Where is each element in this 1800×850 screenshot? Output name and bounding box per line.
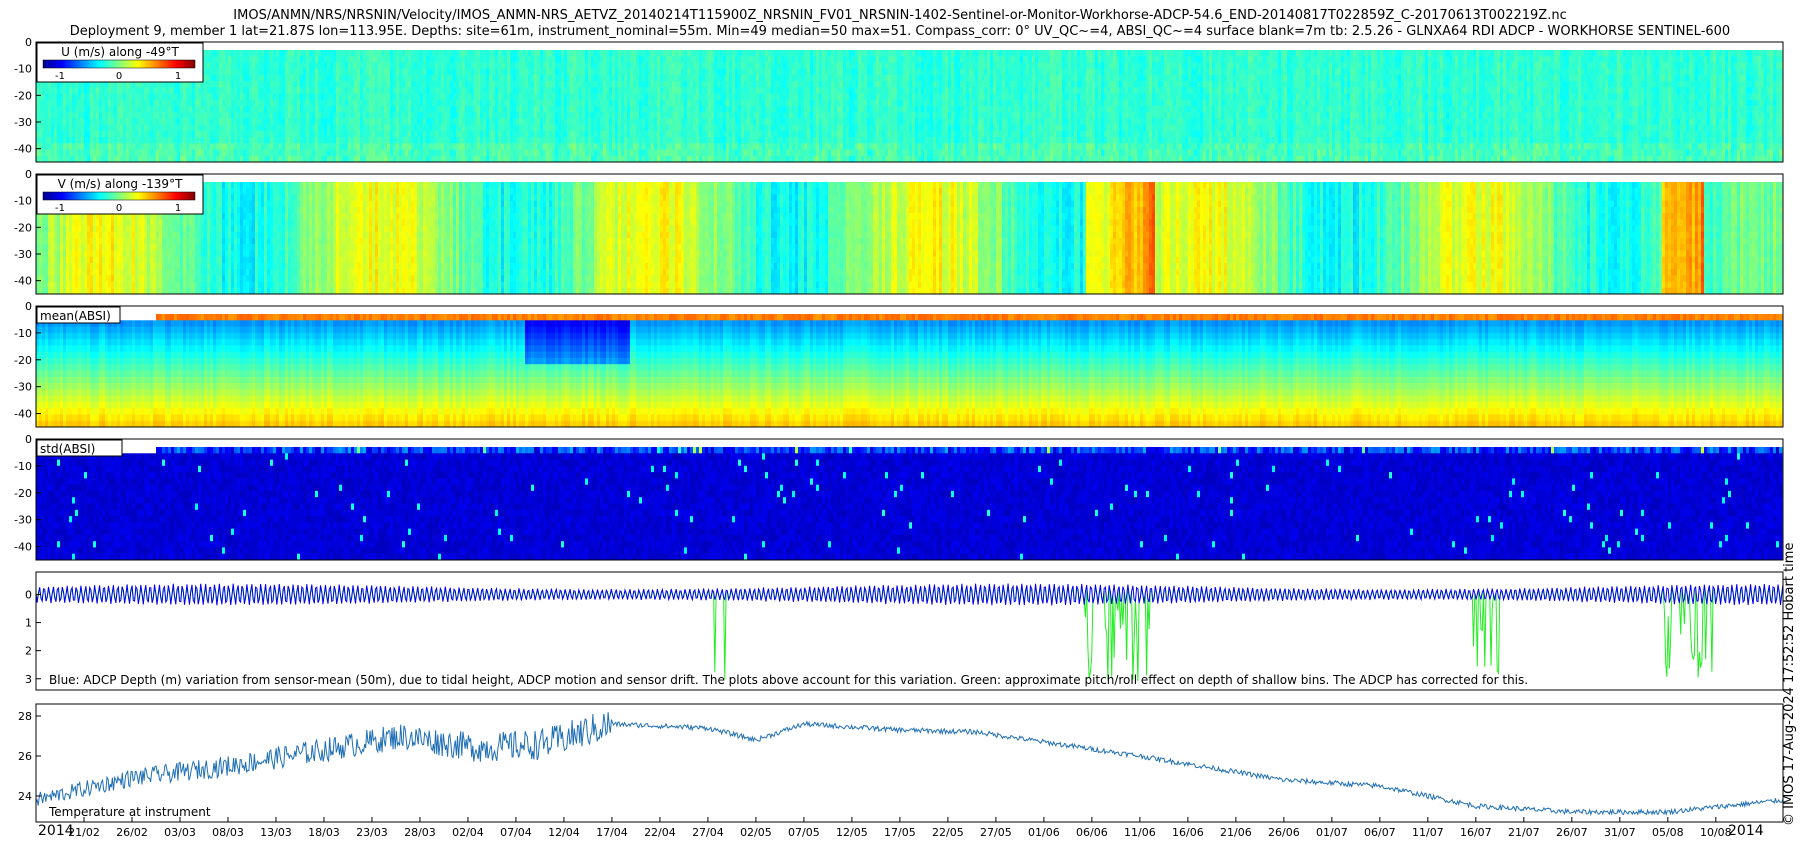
x-tick-label: 22/05: [932, 826, 964, 839]
x-tick-label: 16/07: [1460, 826, 1492, 839]
x-tick-label: 05/08: [1652, 826, 1684, 839]
x-tick-label: 16/06: [1172, 826, 1204, 839]
x-tick-label: 01/06: [1028, 826, 1060, 839]
mean-absi-panel: 0 -10 -20 -30 -40: [14, 300, 1784, 428]
depth-annotation: Blue: ADCP Depth (m) variation from sens…: [49, 673, 1528, 687]
y-tick-label: 1: [25, 617, 32, 630]
v-colorbar-tick-low: -1: [55, 203, 65, 214]
y-tick-label: -20: [14, 487, 32, 500]
y-tick-label: 24: [18, 790, 32, 803]
y-tick-label: -10: [14, 327, 32, 340]
x-tick-label: 27/04: [692, 826, 724, 839]
x-tick-label: 26/06: [1268, 826, 1300, 839]
v-legend-box: V (m/s) along -139°T -1 0 1: [36, 174, 204, 215]
y-tick-label: 3: [25, 673, 32, 686]
v-colorbar-tick-high: 1: [175, 203, 181, 214]
y-tick-label: -30: [14, 381, 32, 394]
adcp-figure: IMOS/ANMN/NRS/NRSNIN/Velocity/IMOS_ANMN-…: [14, 8, 1797, 839]
u-colorbar-tick-low: -1: [55, 71, 65, 82]
temperature-annotation: Temperature at instrument: [48, 805, 211, 819]
y-tick-label: -40: [14, 541, 32, 554]
x-tick-label: 11/07: [1412, 826, 1444, 839]
y-tick-label: -40: [14, 408, 32, 421]
x-tick-label: 26/07: [1556, 826, 1588, 839]
heatmap-cells: [36, 182, 1783, 295]
x-tick-label: 23/03: [356, 826, 388, 839]
x-tick-label: 18/03: [308, 826, 340, 839]
plot-area-bg: [36, 704, 1783, 822]
y-tick-label: -20: [14, 89, 32, 102]
x-tick-label: 08/03: [212, 826, 244, 839]
y-tick-label: 26: [18, 750, 32, 763]
u-legend-title: U (m/s) along -49°T: [61, 45, 179, 59]
y-tick-label: 2: [25, 645, 32, 658]
x-tick-label: 27/05: [980, 826, 1012, 839]
x-tick-label: 21/06: [1220, 826, 1252, 839]
y-tick-label: -10: [14, 195, 32, 208]
y-tick-label: -40: [14, 275, 32, 288]
u-colorbar-tick-mid: 0: [116, 71, 122, 82]
copyright-note: © IMOS 17-Aug-2024 17:52:52 Hobart time: [1782, 543, 1797, 826]
x-tick-label: 11/06: [1124, 826, 1156, 839]
heatmap-cells: [36, 50, 1783, 163]
x-tick-label: 07/05: [788, 826, 820, 839]
heatmap-cells: [36, 447, 1783, 561]
v-legend-title: V (m/s) along -139°T: [58, 177, 183, 191]
std-absi-legend: std(ABSI): [36, 439, 123, 457]
x-tick-label: 06/07: [1364, 826, 1396, 839]
x-tick-label: 17/05: [884, 826, 916, 839]
x-tick-label: 03/03: [164, 826, 196, 839]
v-colorbar: [42, 191, 196, 201]
x-tick-label: 01/07: [1316, 826, 1348, 839]
y-tick-label: -10: [14, 460, 32, 473]
x-tick-label: 22/04: [644, 826, 676, 839]
y-tick-label: -30: [14, 116, 32, 129]
x-tick-label: 10/08: [1700, 826, 1732, 839]
year-label-start: 2014: [38, 823, 74, 839]
y-tick-label: -20: [14, 354, 32, 367]
x-tick-label: 21/07: [1508, 826, 1540, 839]
x-tick-label: 02/05: [740, 826, 772, 839]
x-tick-label: 02/04: [452, 826, 484, 839]
year-label-end: 2014: [1728, 823, 1764, 839]
y-tick-label: -30: [14, 248, 32, 261]
x-tick-label: 28/03: [404, 826, 436, 839]
x-tick-label: 17/04: [596, 826, 628, 839]
v-velocity-panel: 0-10-20-30-40: [14, 168, 1784, 295]
x-tick-label: 31/07: [1604, 826, 1636, 839]
header-line1: IMOS/ANMN/NRS/NRSNIN/Velocity/IMOS_ANMN-…: [233, 8, 1566, 23]
y-tick-label: 0: [25, 168, 32, 181]
std-absi-label: std(ABSI): [40, 442, 95, 456]
y-tick-label: 0: [25, 588, 32, 601]
u-colorbar-tick-high: 1: [175, 71, 181, 82]
temperature-panel: 24 26 28: [18, 703, 1784, 823]
y-tick-label: -20: [14, 221, 32, 234]
x-tick-label: 12/05: [836, 826, 868, 839]
x-tick-label: 26/02: [116, 826, 148, 839]
x-tick-label: 06/06: [1076, 826, 1108, 839]
v-colorbar-tick-mid: 0: [116, 203, 122, 214]
u-legend-box: U (m/s) along -49°T -1 0 1: [36, 42, 204, 83]
mean-absi-legend: mean(ABSI): [36, 306, 121, 324]
y-tick-label: -30: [14, 514, 32, 527]
y-tick-label: 0: [25, 300, 32, 313]
y-tick-label: -10: [14, 63, 32, 76]
u-velocity-panel: 0-10-20-30-40: [14, 36, 1784, 163]
y-tick-label: 0: [25, 36, 32, 49]
mean-absi-label: mean(ABSI): [40, 309, 111, 323]
y-tick-label: -40: [14, 143, 32, 156]
y-tick-label: 0: [25, 433, 32, 446]
x-tick-label: 13/03: [260, 826, 292, 839]
u-colorbar: [42, 59, 196, 69]
x-tick-label: 07/04: [500, 826, 532, 839]
y-tick-label: 28: [18, 710, 32, 723]
x-tick-label: 12/04: [548, 826, 580, 839]
header-line2: Deployment 9, member 1 lat=21.87S lon=11…: [70, 24, 1730, 39]
heatmap-cells: [36, 314, 1783, 428]
std-absi-panel: 0 -10 -20 -30 -40: [14, 433, 1784, 561]
